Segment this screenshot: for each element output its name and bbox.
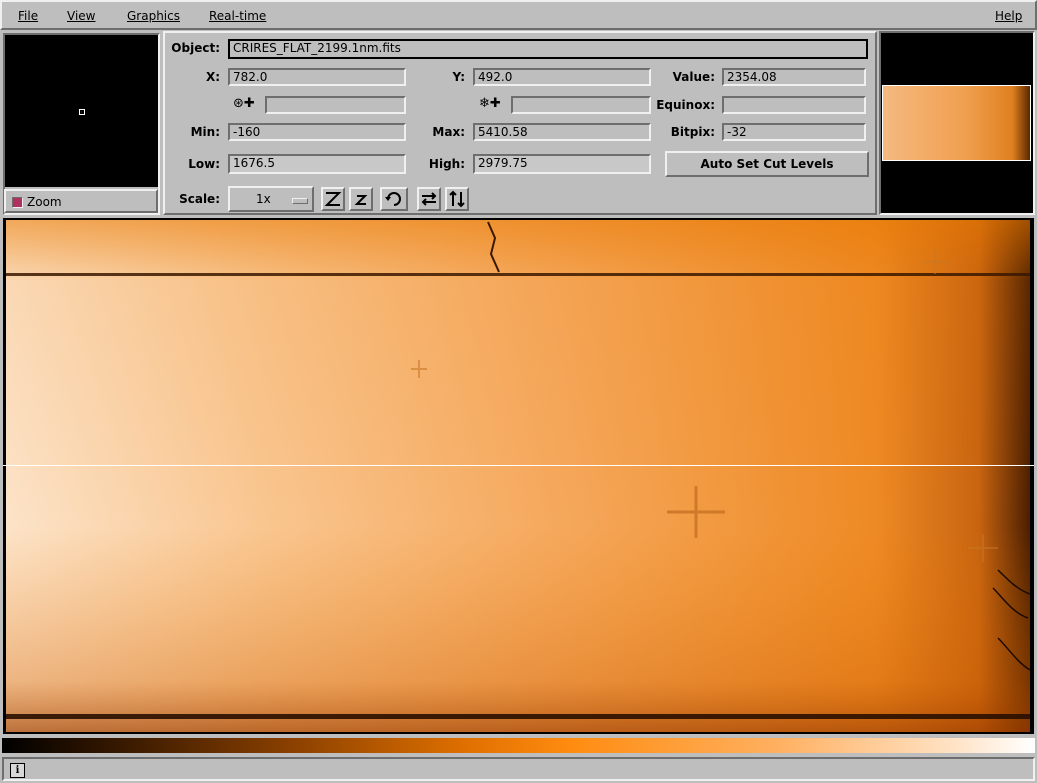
menu-file[interactable]: File	[18, 9, 38, 23]
rotate-button[interactable]	[380, 187, 408, 211]
object-field[interactable]: CRIRES_FLAT_2199.1nm.fits	[228, 39, 868, 59]
colorbar[interactable]	[2, 738, 1035, 753]
y-field[interactable]: 492.0	[473, 68, 651, 86]
flip-y-icon	[449, 190, 465, 208]
low-label: Low:	[188, 157, 220, 171]
zoom-out-button[interactable]	[349, 187, 373, 211]
equinox-field[interactable]	[722, 96, 866, 114]
zoom-toggle-label: Zoom	[27, 195, 62, 209]
pan-image-thumbnail[interactable]	[882, 85, 1031, 161]
max-field[interactable]: 5410.58	[473, 123, 651, 141]
menu-view[interactable]: View	[67, 9, 95, 23]
info-panel: Object: CRIRES_FLAT_2199.1nm.fits X: 782…	[163, 31, 877, 215]
object-label: Object:	[171, 41, 220, 55]
flip-y-button[interactable]	[445, 187, 469, 211]
high-field[interactable]: 2979.75	[473, 154, 651, 174]
min-field[interactable]: -160	[228, 123, 406, 141]
bitpix-field[interactable]: -32	[722, 123, 866, 141]
fits-image[interactable]	[3, 218, 1034, 734]
zoom-cursor-marker	[79, 109, 85, 115]
wcs-dec-field[interactable]	[511, 96, 651, 114]
scale-value: 1x	[256, 192, 271, 206]
y-label: Y:	[452, 70, 465, 84]
option-menu-indicator-icon	[292, 198, 308, 204]
high-label: High:	[428, 157, 465, 171]
auto-set-cut-levels-button[interactable]: Auto Set Cut Levels	[665, 151, 869, 177]
scale-label: Scale:	[179, 192, 220, 206]
value-label: Value:	[672, 70, 715, 84]
scale-menu-button[interactable]: 1x	[228, 186, 314, 212]
flip-x-button[interactable]	[417, 187, 441, 211]
equinox-label: Equinox:	[656, 98, 715, 112]
main-image-view[interactable]	[3, 218, 1034, 734]
min-label: Min:	[190, 125, 220, 139]
wcs-ra-icon: ⊛✚	[233, 96, 255, 111]
zoom-toggle[interactable]: Zoom	[4, 189, 158, 213]
menu-graphics[interactable]: Graphics	[127, 9, 180, 23]
zoom-checkbox[interactable]	[12, 197, 23, 208]
bitpix-label: Bitpix:	[670, 125, 715, 139]
low-field[interactable]: 1676.5	[228, 154, 406, 174]
x-label: X:	[205, 70, 220, 84]
wcs-ra-field[interactable]	[265, 96, 406, 114]
status-bar: i	[2, 757, 1035, 781]
zoom-in-button[interactable]	[321, 187, 345, 211]
menu-bar: File View Graphics Real-time Help	[0, 0, 1037, 30]
menu-realtime[interactable]: Real-time	[209, 9, 266, 23]
zoom-out-icon	[354, 195, 368, 205]
menu-help[interactable]: Help	[995, 9, 1022, 23]
zoom-in-icon	[324, 192, 342, 206]
value-field[interactable]: 2354.08	[722, 68, 866, 86]
wcs-dec-icon: ❄✚	[479, 96, 501, 111]
info-icon: i	[10, 763, 25, 778]
flip-x-icon	[421, 192, 437, 206]
x-field[interactable]: 782.0	[228, 68, 406, 86]
max-label: Max:	[432, 125, 465, 139]
rotate-icon	[385, 192, 401, 206]
